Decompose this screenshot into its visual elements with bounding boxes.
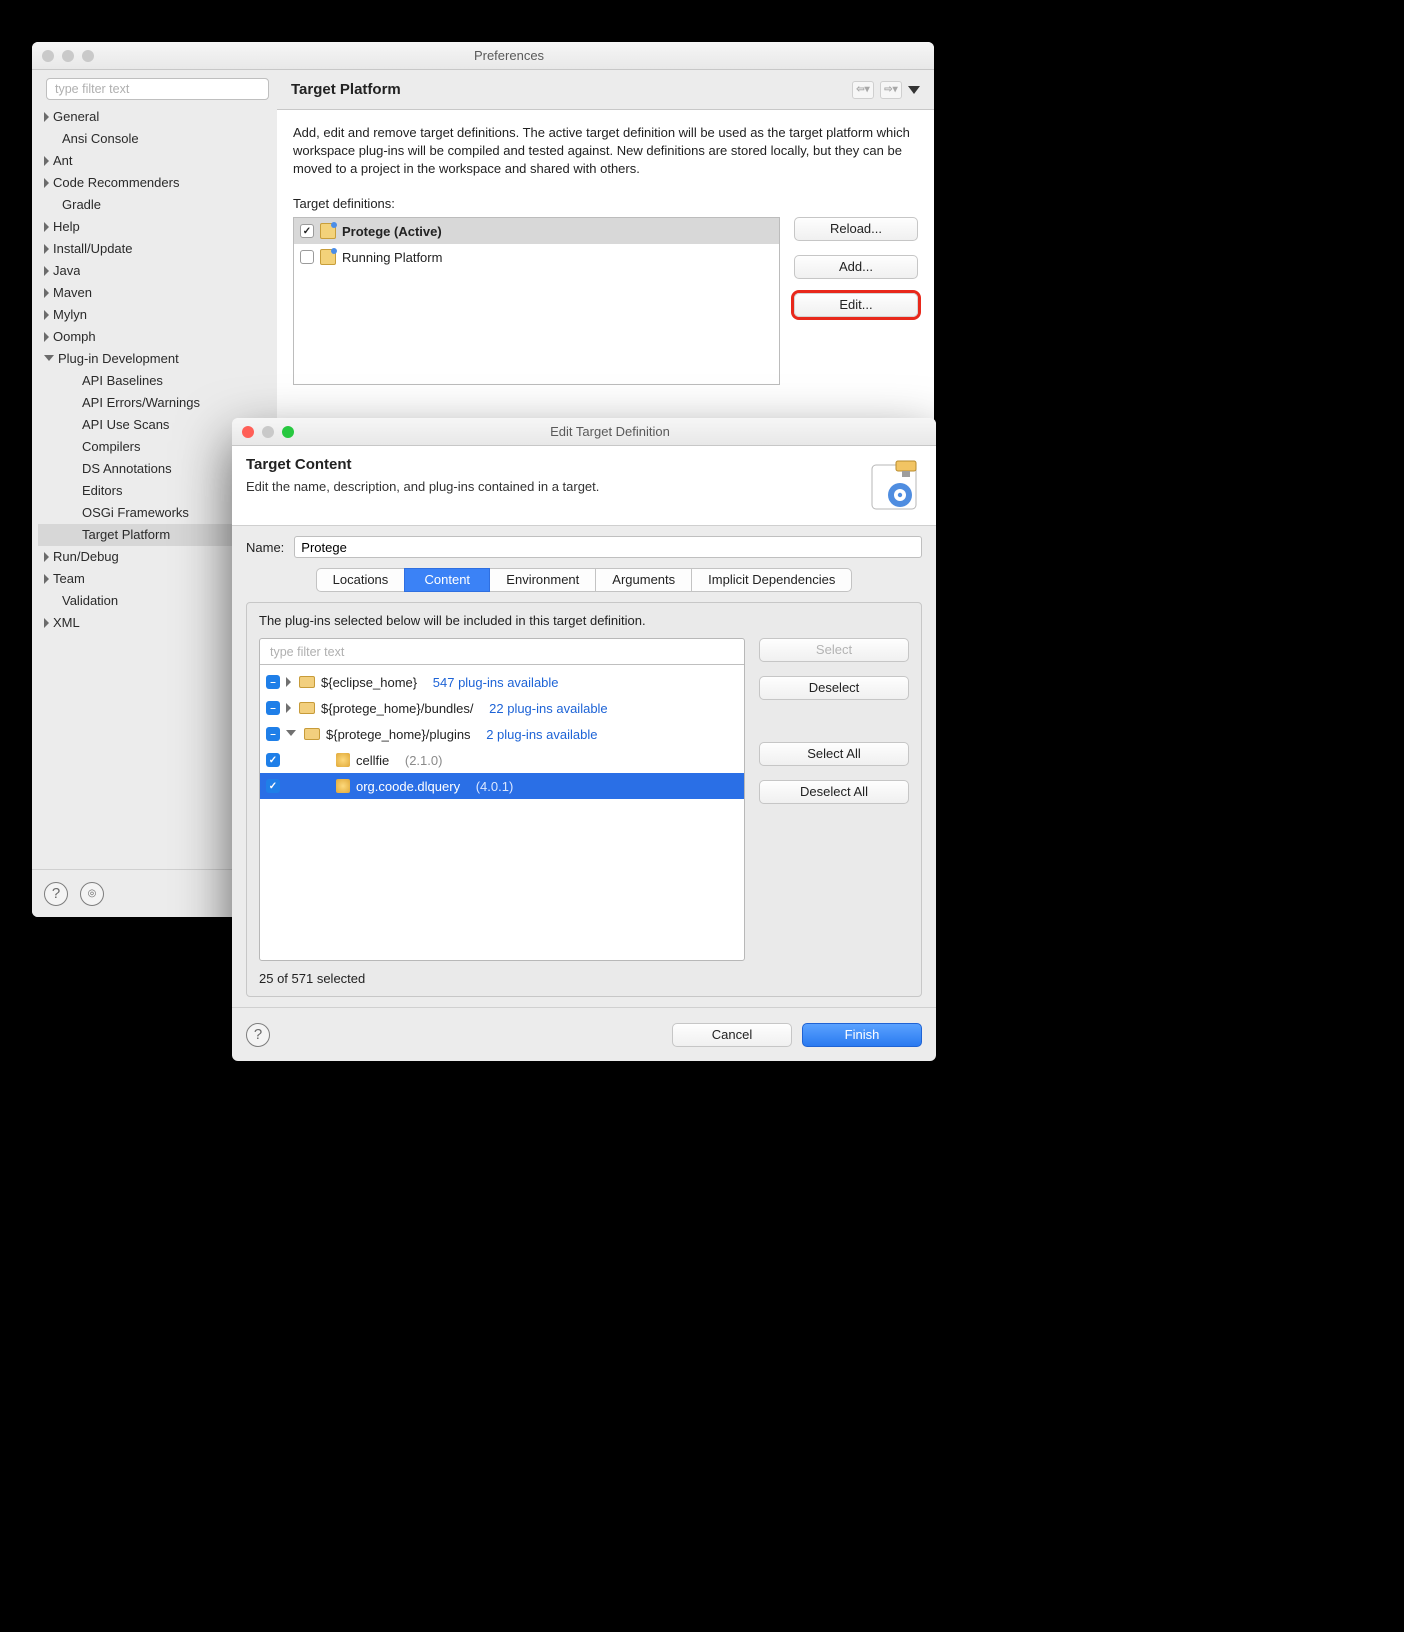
- location-protege-plugins[interactable]: ${protege_home}/plugins 2 plug-ins avail…: [260, 721, 744, 747]
- tristate-checkbox[interactable]: [266, 727, 280, 741]
- plugin-cellfie[interactable]: cellfie (2.1.0): [260, 747, 744, 773]
- edit-dialog-title: Edit Target Definition: [294, 424, 926, 439]
- location-protege-bundles[interactable]: ${protege_home}/bundles/ 22 plug-ins ava…: [260, 695, 744, 721]
- edit-button[interactable]: Edit...: [794, 293, 918, 317]
- view-menu-icon[interactable]: [908, 86, 920, 94]
- tree-item-mylyn[interactable]: Mylyn: [53, 304, 87, 326]
- tree-item-osgi[interactable]: OSGi Frameworks: [82, 502, 189, 524]
- tree-item-xml[interactable]: XML: [53, 612, 80, 634]
- tree-item-coderec[interactable]: Code Recommenders: [53, 172, 179, 194]
- help-button[interactable]: ?: [44, 882, 68, 906]
- tree-item-validation[interactable]: Validation: [62, 590, 118, 612]
- plugin-icon: [336, 779, 350, 793]
- folder-icon: [299, 676, 315, 688]
- target-def-protege[interactable]: Protege (Active): [294, 218, 779, 244]
- tree-item-java[interactable]: Java: [53, 260, 80, 282]
- preferences-title: Preferences: [94, 48, 924, 63]
- tree-item-editors[interactable]: Editors: [82, 480, 122, 502]
- import-export-button[interactable]: ◎: [80, 882, 104, 906]
- banner-subtitle: Edit the name, description, and plug-ins…: [246, 479, 856, 494]
- tree-item-maven[interactable]: Maven: [53, 282, 92, 304]
- page-title: Target Platform: [291, 81, 401, 98]
- tab-arguments[interactable]: Arguments: [595, 568, 692, 592]
- select-all-button[interactable]: Select All: [759, 742, 909, 766]
- tab-locations[interactable]: Locations: [316, 568, 406, 592]
- tree-item-ant[interactable]: Ant: [53, 150, 73, 172]
- target-definitions-list[interactable]: Protege (Active) Running Platform: [293, 217, 780, 385]
- disclosure-icon[interactable]: [286, 677, 291, 687]
- tristate-checkbox[interactable]: [266, 701, 280, 715]
- window-controls[interactable]: [242, 426, 294, 438]
- select-button[interactable]: Select: [759, 638, 909, 662]
- tree-item-oomph[interactable]: Oomph: [53, 326, 96, 348]
- location-eclipse-home[interactable]: ${eclipse_home} 547 plug-ins available: [260, 669, 744, 695]
- tree-item-general[interactable]: General: [53, 106, 99, 128]
- content-hint: The plug-ins selected below will be incl…: [259, 613, 909, 628]
- minimize-icon[interactable]: [62, 50, 74, 62]
- tree-item-ds[interactable]: DS Annotations: [82, 458, 172, 480]
- plugin-dlquery[interactable]: org.coode.dlquery (4.0.1): [260, 773, 744, 799]
- tree-item-api-baselines[interactable]: API Baselines: [82, 370, 163, 392]
- name-input[interactable]: [294, 536, 922, 558]
- edit-target-dialog: Edit Target Definition Target Content Ed…: [232, 418, 936, 1061]
- preferences-titlebar[interactable]: Preferences: [32, 42, 934, 70]
- tree-item-install[interactable]: Install/Update: [53, 238, 133, 260]
- wizard-banner: Target Content Edit the name, descriptio…: [232, 446, 936, 526]
- target-def-running-platform[interactable]: Running Platform: [294, 244, 779, 270]
- sidebar-filter-input[interactable]: [46, 78, 269, 100]
- content-tab-panel: The plug-ins selected below will be incl…: [246, 602, 922, 997]
- tabs: Locations Content Environment Arguments …: [246, 568, 922, 592]
- tristate-checkbox[interactable]: [266, 675, 280, 689]
- tab-implicit[interactable]: Implicit Dependencies: [691, 568, 852, 592]
- disclosure-icon[interactable]: [286, 703, 291, 713]
- edit-dialog-titlebar[interactable]: Edit Target Definition: [232, 418, 936, 446]
- tree-item-team[interactable]: Team: [53, 568, 85, 590]
- add-button[interactable]: Add...: [794, 255, 918, 279]
- active-target-checkbox[interactable]: [300, 224, 314, 238]
- finish-button[interactable]: Finish: [802, 1023, 922, 1047]
- tree-item-api-errors[interactable]: API Errors/Warnings: [82, 392, 200, 414]
- target-icon: [320, 223, 336, 239]
- window-controls[interactable]: [42, 50, 94, 62]
- target-definition-icon: [866, 459, 922, 515]
- tab-environment[interactable]: Environment: [489, 568, 596, 592]
- name-label: Name:: [246, 540, 284, 555]
- tree-item-gradle[interactable]: Gradle: [62, 194, 101, 216]
- plugin-checkbox[interactable]: [266, 779, 280, 793]
- folder-icon: [299, 702, 315, 714]
- folder-icon: [304, 728, 320, 740]
- plugin-checkbox[interactable]: [266, 753, 280, 767]
- close-icon[interactable]: [42, 50, 54, 62]
- plugin-list[interactable]: ${eclipse_home} 547 plug-ins available $…: [259, 638, 745, 961]
- nav-forward-button[interactable]: ⇨▾: [880, 81, 902, 99]
- plugin-filter-input[interactable]: [260, 639, 744, 665]
- target-definitions-label: Target definitions:: [293, 196, 918, 211]
- zoom-icon[interactable]: [282, 426, 294, 438]
- tree-item-target-platform[interactable]: Target Platform: [82, 524, 170, 546]
- page-description: Add, edit and remove target definitions.…: [293, 124, 918, 178]
- banner-title: Target Content: [246, 456, 856, 473]
- plugin-icon: [336, 753, 350, 767]
- target-icon: [320, 249, 336, 265]
- tree-item-ansi[interactable]: Ansi Console: [62, 128, 139, 150]
- tree-item-compilers[interactable]: Compilers: [82, 436, 141, 458]
- deselect-all-button[interactable]: Deselect All: [759, 780, 909, 804]
- reload-button[interactable]: Reload...: [794, 217, 918, 241]
- nav-back-button[interactable]: ⇦▾: [852, 81, 874, 99]
- tree-item-api-use[interactable]: API Use Scans: [82, 414, 169, 436]
- active-target-checkbox[interactable]: [300, 250, 314, 264]
- tree-item-pde[interactable]: Plug-in Development: [58, 348, 179, 370]
- help-button[interactable]: ?: [246, 1023, 270, 1047]
- cancel-button[interactable]: Cancel: [672, 1023, 792, 1047]
- tab-content[interactable]: Content: [404, 568, 490, 592]
- tree-item-help[interactable]: Help: [53, 216, 80, 238]
- deselect-button[interactable]: Deselect: [759, 676, 909, 700]
- selection-count: 25 of 571 selected: [259, 971, 909, 986]
- disclosure-icon[interactable]: [286, 730, 296, 741]
- minimize-icon[interactable]: [262, 426, 274, 438]
- tree-item-rundebug[interactable]: Run/Debug: [53, 546, 119, 568]
- zoom-icon[interactable]: [82, 50, 94, 62]
- close-icon[interactable]: [242, 426, 254, 438]
